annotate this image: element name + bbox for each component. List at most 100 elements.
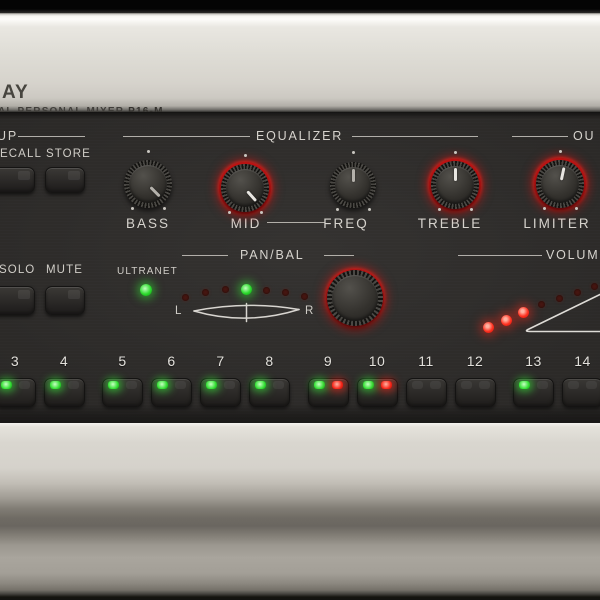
channel-number-7: 7 xyxy=(216,353,224,369)
channel-green-led xyxy=(108,381,119,389)
knob-pointer xyxy=(150,186,161,197)
knob-marker-dot xyxy=(147,150,150,153)
knob-marker-dot xyxy=(559,150,562,153)
limiter-knob[interactable] xyxy=(532,156,588,212)
channel-green-led xyxy=(157,381,168,389)
store-button[interactable] xyxy=(45,167,85,193)
channel-green-led xyxy=(314,381,325,389)
pan-left-label: L xyxy=(175,305,183,317)
store-label: STORE xyxy=(46,148,91,160)
channel-button-6[interactable] xyxy=(151,378,192,407)
knob-marker-dot xyxy=(352,151,355,154)
knob-pointer xyxy=(247,190,258,202)
channel-button-11[interactable] xyxy=(406,378,447,407)
pan-scale-graphic xyxy=(194,304,299,322)
channel-red-led xyxy=(430,381,441,389)
channel-number-12: 12 xyxy=(467,353,484,369)
knob-marker-dot xyxy=(543,207,546,210)
knob-marker-dot xyxy=(260,211,263,214)
knob-marker-dot xyxy=(368,208,371,211)
ultranet-label: ULTRANET xyxy=(117,266,178,277)
channel-button-10[interactable] xyxy=(357,378,398,407)
channel-red-led xyxy=(175,381,186,389)
pan-knob[interactable] xyxy=(324,267,386,329)
treble-knob-label: TREBLE xyxy=(418,216,483,231)
channel-red-led xyxy=(273,381,284,389)
channel-red-led xyxy=(381,381,392,389)
divider-line xyxy=(123,136,250,137)
channel-button-7[interactable] xyxy=(200,378,241,407)
pan-led-6 xyxy=(282,289,289,296)
channel-button-14[interactable] xyxy=(562,378,600,407)
knob-pointer xyxy=(454,168,457,181)
knob-marker-dot xyxy=(228,211,231,214)
channel-button-5[interactable] xyxy=(102,378,143,407)
channel-green-led xyxy=(255,381,266,389)
channel-green-led xyxy=(412,381,423,389)
divider-line xyxy=(18,136,85,137)
channel-button-4[interactable] xyxy=(44,378,85,407)
solo-button[interactable] xyxy=(0,286,35,315)
channel-button-8[interactable] xyxy=(249,378,290,407)
knob-pointer xyxy=(559,167,565,180)
pan-led-7 xyxy=(301,293,308,300)
channel-green-led xyxy=(50,381,61,389)
volume-led-7 xyxy=(591,283,598,290)
brand-logo-fragment: AY xyxy=(2,82,29,104)
bass-knob-label: BASS xyxy=(126,216,170,231)
channel-number-3: 3 xyxy=(11,353,19,369)
channel-number-14: 14 xyxy=(574,353,591,369)
limiter-knob-label: LIMITER xyxy=(523,216,590,231)
mute-led-window xyxy=(68,290,80,299)
channel-button-12[interactable] xyxy=(455,378,496,407)
knob-cap xyxy=(332,275,378,321)
channel-green-led xyxy=(568,381,579,389)
channel-number-5: 5 xyxy=(118,353,126,369)
mid-knob[interactable] xyxy=(217,160,273,216)
bass-knob[interactable] xyxy=(120,156,176,212)
pan-led-5 xyxy=(263,287,270,294)
channel-number-8: 8 xyxy=(265,353,273,369)
pan-led-1 xyxy=(182,294,189,301)
divider-line xyxy=(352,136,478,137)
channel-number-6: 6 xyxy=(167,353,175,369)
channel-red-led xyxy=(68,381,79,389)
knob-marker-dot xyxy=(575,207,578,210)
volume-header-fragment: VOLUM xyxy=(546,248,599,262)
recall-led-window xyxy=(18,171,30,180)
channel-button-9[interactable] xyxy=(308,378,349,407)
freq-knob[interactable] xyxy=(326,158,380,212)
knob-marker-dot xyxy=(336,208,339,211)
mixer-front-panel: AY AL PERSONAL MIXER P16-M UP EQUALIZER … xyxy=(0,0,600,600)
channel-number-11: 11 xyxy=(418,353,434,369)
top-edge-shadow xyxy=(0,0,600,13)
channel-number-10: 10 xyxy=(369,353,386,369)
volume-led-6 xyxy=(574,289,581,296)
channel-green-led xyxy=(519,381,530,389)
channel-button-3[interactable] xyxy=(0,378,36,407)
channel-red-led xyxy=(224,381,235,389)
mid-freq-link-line xyxy=(267,222,325,223)
pan-right-label: R xyxy=(305,305,314,317)
volume-led-2 xyxy=(501,315,512,326)
solo-led-window xyxy=(18,290,30,299)
treble-knob[interactable] xyxy=(427,157,483,213)
knob-marker-dot xyxy=(163,207,166,210)
channel-number-13: 13 xyxy=(525,353,542,369)
volume-led-3 xyxy=(518,307,529,318)
channel-select-row: 34567891011121314 xyxy=(0,352,600,414)
channel-green-led xyxy=(1,381,12,389)
knob-marker-dot xyxy=(131,207,134,210)
recall-button[interactable] xyxy=(0,167,35,193)
output-header-fragment: OU xyxy=(573,129,595,143)
knob-marker-dot xyxy=(454,151,457,154)
equalizer-header: EQUALIZER xyxy=(256,129,343,143)
top-bezel: AY AL PERSONAL MIXER P16-M xyxy=(0,13,600,112)
mute-label: MUTE xyxy=(46,264,83,276)
channel-green-led xyxy=(363,381,374,389)
divider-line xyxy=(512,136,568,137)
mute-button[interactable] xyxy=(45,286,85,315)
volume-led-5 xyxy=(556,295,563,302)
channel-button-13[interactable] xyxy=(513,378,554,407)
channel-red-led xyxy=(537,381,548,389)
